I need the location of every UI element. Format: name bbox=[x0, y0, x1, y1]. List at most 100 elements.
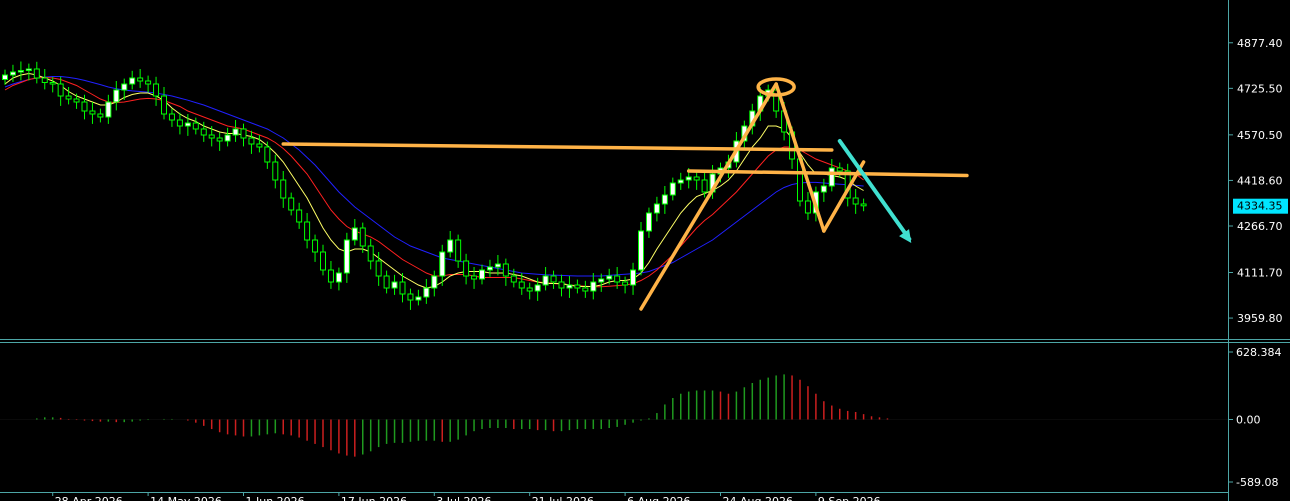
candle-body bbox=[582, 287, 589, 292]
candle-body bbox=[399, 281, 406, 295]
candle-body bbox=[320, 251, 326, 271]
candle-body bbox=[17, 70, 24, 73]
candle-body bbox=[184, 122, 191, 127]
candle-body bbox=[685, 176, 692, 181]
candle-body bbox=[542, 275, 549, 286]
candle-body bbox=[645, 212, 652, 232]
date-tick-label: 21 Jul 2026 bbox=[532, 495, 594, 501]
candle-body bbox=[693, 176, 700, 181]
candle-body bbox=[176, 119, 183, 127]
candle-body bbox=[606, 275, 613, 280]
candle-body bbox=[129, 77, 136, 85]
candle-body bbox=[494, 263, 501, 268]
candle-body bbox=[383, 275, 390, 289]
candle-body bbox=[534, 284, 541, 292]
candle-body bbox=[359, 227, 366, 247]
candle-body bbox=[518, 281, 525, 289]
candle-body bbox=[820, 185, 827, 193]
candle-body bbox=[677, 179, 684, 184]
candle-body bbox=[240, 128, 247, 139]
candle-body bbox=[423, 287, 430, 298]
candle-body bbox=[272, 161, 279, 181]
candle-body bbox=[590, 281, 597, 292]
candle-body bbox=[860, 203, 867, 207]
candle-body bbox=[614, 275, 621, 283]
oscillator-tick-label: 628.384 bbox=[1236, 346, 1282, 359]
price-tick-label: 4111.70 bbox=[1237, 266, 1283, 279]
date-tick-label: 28 Apr 2026 bbox=[55, 495, 123, 501]
candle-body bbox=[153, 83, 160, 97]
chart-root: 4877.40 4725.50 4570.50 4418.60 4266.70 4111.… bbox=[0, 0, 1290, 501]
candle-body bbox=[367, 245, 374, 262]
candle-body bbox=[2, 74, 8, 80]
candle-body bbox=[304, 221, 311, 241]
candle-body bbox=[804, 200, 811, 214]
candle-body bbox=[327, 269, 334, 283]
candle-body bbox=[248, 137, 255, 145]
candle-body bbox=[566, 284, 573, 289]
candle-body bbox=[852, 197, 859, 205]
price-tick-label: 4725.50 bbox=[1237, 82, 1283, 95]
candle-body bbox=[65, 95, 72, 100]
candle-body bbox=[280, 179, 287, 199]
candle-body bbox=[455, 239, 462, 262]
candle-body bbox=[828, 167, 835, 187]
candle-body bbox=[264, 146, 271, 163]
candle-body bbox=[49, 82, 56, 85]
price-tick-label: 4570.50 bbox=[1237, 129, 1283, 142]
candle-body bbox=[121, 83, 128, 91]
price-tick-label: 4877.40 bbox=[1237, 37, 1283, 50]
date-tick-label: 3 Jul 2026 bbox=[436, 495, 491, 501]
candle-body bbox=[224, 134, 231, 142]
candle-body bbox=[73, 98, 80, 103]
candle-body bbox=[41, 77, 48, 83]
candle-body bbox=[836, 167, 843, 172]
candle-body bbox=[168, 113, 175, 121]
date-tick-label: 24 Aug 2026 bbox=[723, 495, 793, 501]
oscillator-tick-label: -589.08 bbox=[1236, 476, 1278, 489]
candle-body bbox=[312, 239, 319, 253]
candle-body bbox=[638, 230, 644, 271]
candle-body bbox=[137, 77, 144, 82]
candle-body bbox=[463, 260, 470, 277]
candle-body bbox=[502, 263, 509, 277]
candle-body bbox=[661, 194, 668, 205]
date-tick-label: 14 May 2026 bbox=[150, 495, 222, 501]
candle-body bbox=[232, 128, 239, 136]
price-tick-label: 3959.80 bbox=[1237, 312, 1283, 325]
candle-body bbox=[9, 71, 16, 76]
candle-body bbox=[415, 296, 422, 301]
candle-body bbox=[192, 122, 199, 130]
current-price-tag: 4334.35 bbox=[1233, 198, 1288, 214]
candle-body bbox=[161, 95, 167, 115]
candle-body bbox=[25, 68, 32, 71]
oscillator-tick-label: 0.00 bbox=[1236, 414, 1261, 427]
candle-body bbox=[351, 227, 358, 241]
candle-body bbox=[145, 80, 152, 85]
candle-body bbox=[447, 239, 454, 253]
candle-body bbox=[439, 251, 446, 277]
candle-body bbox=[89, 110, 96, 115]
candle-body bbox=[558, 281, 565, 289]
candle-body bbox=[510, 275, 517, 283]
candle-body bbox=[208, 134, 215, 139]
candle-body bbox=[33, 68, 40, 79]
candle-body bbox=[479, 269, 485, 280]
date-tick-label: 1 Jun 2026 bbox=[246, 495, 305, 501]
candle-body bbox=[630, 269, 637, 286]
candle-body bbox=[57, 83, 64, 97]
price-tick-label: 4266.70 bbox=[1237, 220, 1283, 233]
candle-body bbox=[97, 113, 104, 118]
candle-body bbox=[335, 272, 342, 283]
candle-body bbox=[622, 281, 629, 286]
candle-body bbox=[256, 143, 263, 148]
price-tick-label: 4418.60 bbox=[1237, 174, 1283, 187]
date-tick-label: 9 Sep 2026 bbox=[818, 495, 881, 501]
candle-body bbox=[669, 182, 676, 196]
candle-body bbox=[486, 266, 493, 271]
candle-body bbox=[391, 281, 398, 289]
chart-background bbox=[0, 0, 1290, 501]
candle-body bbox=[200, 128, 207, 136]
date-tick-label: 6 Aug 2026 bbox=[627, 495, 690, 501]
candle-body bbox=[375, 260, 382, 277]
